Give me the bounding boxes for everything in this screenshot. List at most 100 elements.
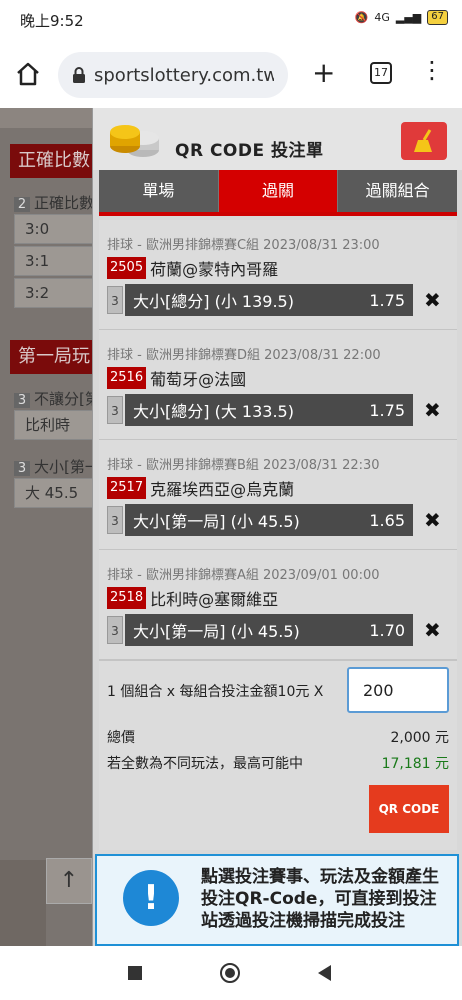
match-code: 2516 [107, 367, 147, 389]
tab-parlay[interactable]: 過關 [217, 170, 338, 212]
max-payout-row: 若全數為不同玩法，最高可能中 17,181 元 [107, 753, 449, 773]
scroll-top-button[interactable]: ↑ [46, 858, 92, 904]
url-text: sportslottery.com.tw/ [94, 64, 274, 86]
network-label: 4G [374, 11, 390, 24]
slip-title: QR CODE 投注單 [175, 141, 324, 161]
match-name: 比利時@塞爾維亞 [150, 590, 279, 609]
selection-box: 大小[總分] (小 139.5) 1.75 [125, 284, 413, 316]
bet-selection: 3 大小[總分] (大 133.5) 1.75 [107, 394, 413, 426]
bg-subsection: 3 大小[第一 [14, 456, 100, 477]
bet-league: 排球 - 歐洲男排錦標賽C組 2023/08/31 23:00 [107, 238, 380, 253]
slip-header: QR CODE 投注單 [93, 108, 462, 170]
selection-label: 大小[總分] (小 139.5) [133, 292, 294, 311]
combo-text: 1 個組合 x 每組合投注金額10元 X [107, 684, 324, 700]
recent-apps-icon[interactable] [128, 966, 142, 980]
total-value: 2,000 元 [390, 730, 449, 746]
bg-banner-image [0, 860, 46, 946]
selection-label: 大小[第一局] (小 45.5) [133, 512, 300, 531]
bg-subsection: 3 不讓分[第 [14, 388, 100, 409]
match-name: 克羅埃西亞@烏克蘭 [150, 480, 295, 499]
lock-icon [73, 67, 85, 83]
selection-number: 3 [107, 616, 123, 644]
bet-item: 排球 - 歐洲男排錦標賽C組 2023/08/31 23:00 2505 荷蘭@… [99, 220, 457, 330]
selection-label: 大小[第一局] (小 45.5) [133, 622, 300, 641]
selection-number: 3 [107, 396, 123, 424]
stake-multiplier-input[interactable] [347, 667, 449, 713]
bet-selection: 3 大小[總分] (小 139.5) 1.75 [107, 284, 413, 316]
match-code: 2518 [107, 587, 147, 609]
qr-code-button[interactable]: QR CODE [369, 785, 449, 833]
bg-option-cell: 大 45.5 [14, 478, 100, 508]
selection-odds: 1.75 [369, 400, 405, 420]
bet-match: 2505 荷蘭@蒙特內哥羅 [107, 256, 278, 280]
remove-bet-icon[interactable]: ✖ [424, 288, 441, 312]
bet-list: 排球 - 歐洲男排錦標賽C組 2023/08/31 23:00 2505 荷蘭@… [99, 220, 457, 660]
info-banner: ! 點選投注賽事、玩法及金額產生投注QR-Code，可直接到投注站透過投注機掃描… [95, 854, 459, 946]
mute-icon: 🔕 [354, 11, 369, 24]
broom-icon [414, 129, 432, 152]
home-button[interactable] [14, 60, 42, 88]
bet-slip-panel: QR CODE 投注單 單場 過關 過關組合 排球 - 歐洲男排錦標賽C組 20… [92, 108, 462, 946]
address-bar[interactable]: sportslottery.com.tw/ [58, 52, 288, 98]
bet-item: 排球 - 歐洲男排錦標賽A組 2023/09/01 00:00 2518 比利時… [99, 550, 457, 660]
selection-box: 大小[第一局] (小 45.5) 1.70 [125, 614, 413, 646]
bg-option-cell: 比利時 [14, 410, 100, 440]
bet-match: 2516 葡萄牙@法國 [107, 366, 246, 390]
bet-selection: 3 大小[第一局] (小 45.5) 1.65 [107, 504, 413, 536]
total-row: 總價 2,000 元 [107, 727, 449, 747]
bet-item: 排球 - 歐洲男排錦標賽D組 2023/08/31 22:00 2516 葡萄牙… [99, 330, 457, 440]
max-payout-value: 17,181 元 [381, 756, 449, 772]
bg-subsection: 2 正確比數 [14, 192, 94, 213]
bg-score-cell: 3:2 [14, 278, 100, 308]
tab-single[interactable]: 單場 [99, 170, 218, 212]
tab-count-button[interactable]: 17 [370, 62, 392, 84]
home-icon [17, 62, 39, 86]
selection-odds: 1.65 [369, 510, 405, 530]
match-code: 2517 [107, 477, 147, 499]
bg-strip [0, 108, 92, 128]
slip-tabs: 單場 過關 過關組合 [99, 170, 457, 216]
info-exclamation-icon: ! [123, 870, 179, 926]
status-bar: 晚上9:52 🔕 4G ▂▄▆ 67 [0, 0, 462, 40]
match-name: 荷蘭@蒙特內哥羅 [150, 260, 279, 279]
back-icon[interactable] [318, 965, 331, 981]
info-text: 點選投注賽事、玩法及金額產生投注QR-Code，可直接到投注站透過投注機掃描完成… [201, 867, 439, 931]
max-payout-label: 若全數為不同玩法，最高可能中 [107, 756, 303, 772]
coins-icon [110, 125, 159, 157]
selection-label: 大小[總分] (大 133.5) [133, 402, 294, 421]
selection-odds: 1.70 [369, 620, 405, 640]
bg-section-title: 第一局玩 [10, 340, 100, 374]
selection-odds: 1.75 [369, 290, 405, 310]
browser-toolbar: sportslottery.com.tw/ + 17 ⋮ [0, 40, 462, 108]
bg-score-cell: 3:1 [14, 246, 100, 276]
match-name: 葡萄牙@法國 [150, 370, 247, 389]
signal-icon: ▂▄▆ [395, 11, 422, 24]
battery-icon: 67 [427, 10, 448, 25]
selection-box: 大小[第一局] (小 45.5) 1.65 [125, 504, 413, 536]
overflow-menu-icon[interactable]: ⋮ [420, 58, 444, 82]
bet-summary: 1 個組合 x 每組合投注金額10元 X 總價 2,000 元 若全數為不同玩法… [99, 660, 457, 850]
bet-league: 排球 - 歐洲男排錦標賽D組 2023/08/31 22:00 [107, 348, 381, 363]
bg-score-cell: 3:0 [14, 214, 100, 244]
remove-bet-icon[interactable]: ✖ [424, 398, 441, 422]
bet-league: 排球 - 歐洲男排錦標賽B組 2023/08/31 22:30 [107, 458, 380, 473]
home-circle-icon[interactable] [220, 963, 240, 983]
bet-league: 排球 - 歐洲男排錦標賽A組 2023/09/01 00:00 [107, 568, 380, 583]
new-tab-button[interactable]: + [312, 59, 335, 87]
tab-parlay-combo[interactable]: 過關組合 [337, 170, 457, 212]
bet-match: 2518 比利時@塞爾維亞 [107, 586, 278, 610]
bet-item: 排球 - 歐洲男排錦標賽B組 2023/08/31 22:30 2517 克羅埃… [99, 440, 457, 550]
match-code: 2505 [107, 257, 147, 279]
total-label: 總價 [107, 730, 135, 746]
remove-bet-icon[interactable]: ✖ [424, 618, 441, 642]
bet-match: 2517 克羅埃西亞@烏克蘭 [107, 476, 294, 500]
clear-slip-button[interactable] [401, 122, 447, 160]
selection-box: 大小[總分] (大 133.5) 1.75 [125, 394, 413, 426]
system-nav-bar [0, 946, 462, 1000]
selection-number: 3 [107, 286, 123, 314]
selection-number: 3 [107, 506, 123, 534]
bg-section-title: 正確比數 [10, 144, 100, 178]
status-time: 晚上9:52 [20, 12, 84, 30]
remove-bet-icon[interactable]: ✖ [424, 508, 441, 532]
status-icons: 🔕 4G ▂▄▆ 67 [355, 10, 448, 25]
